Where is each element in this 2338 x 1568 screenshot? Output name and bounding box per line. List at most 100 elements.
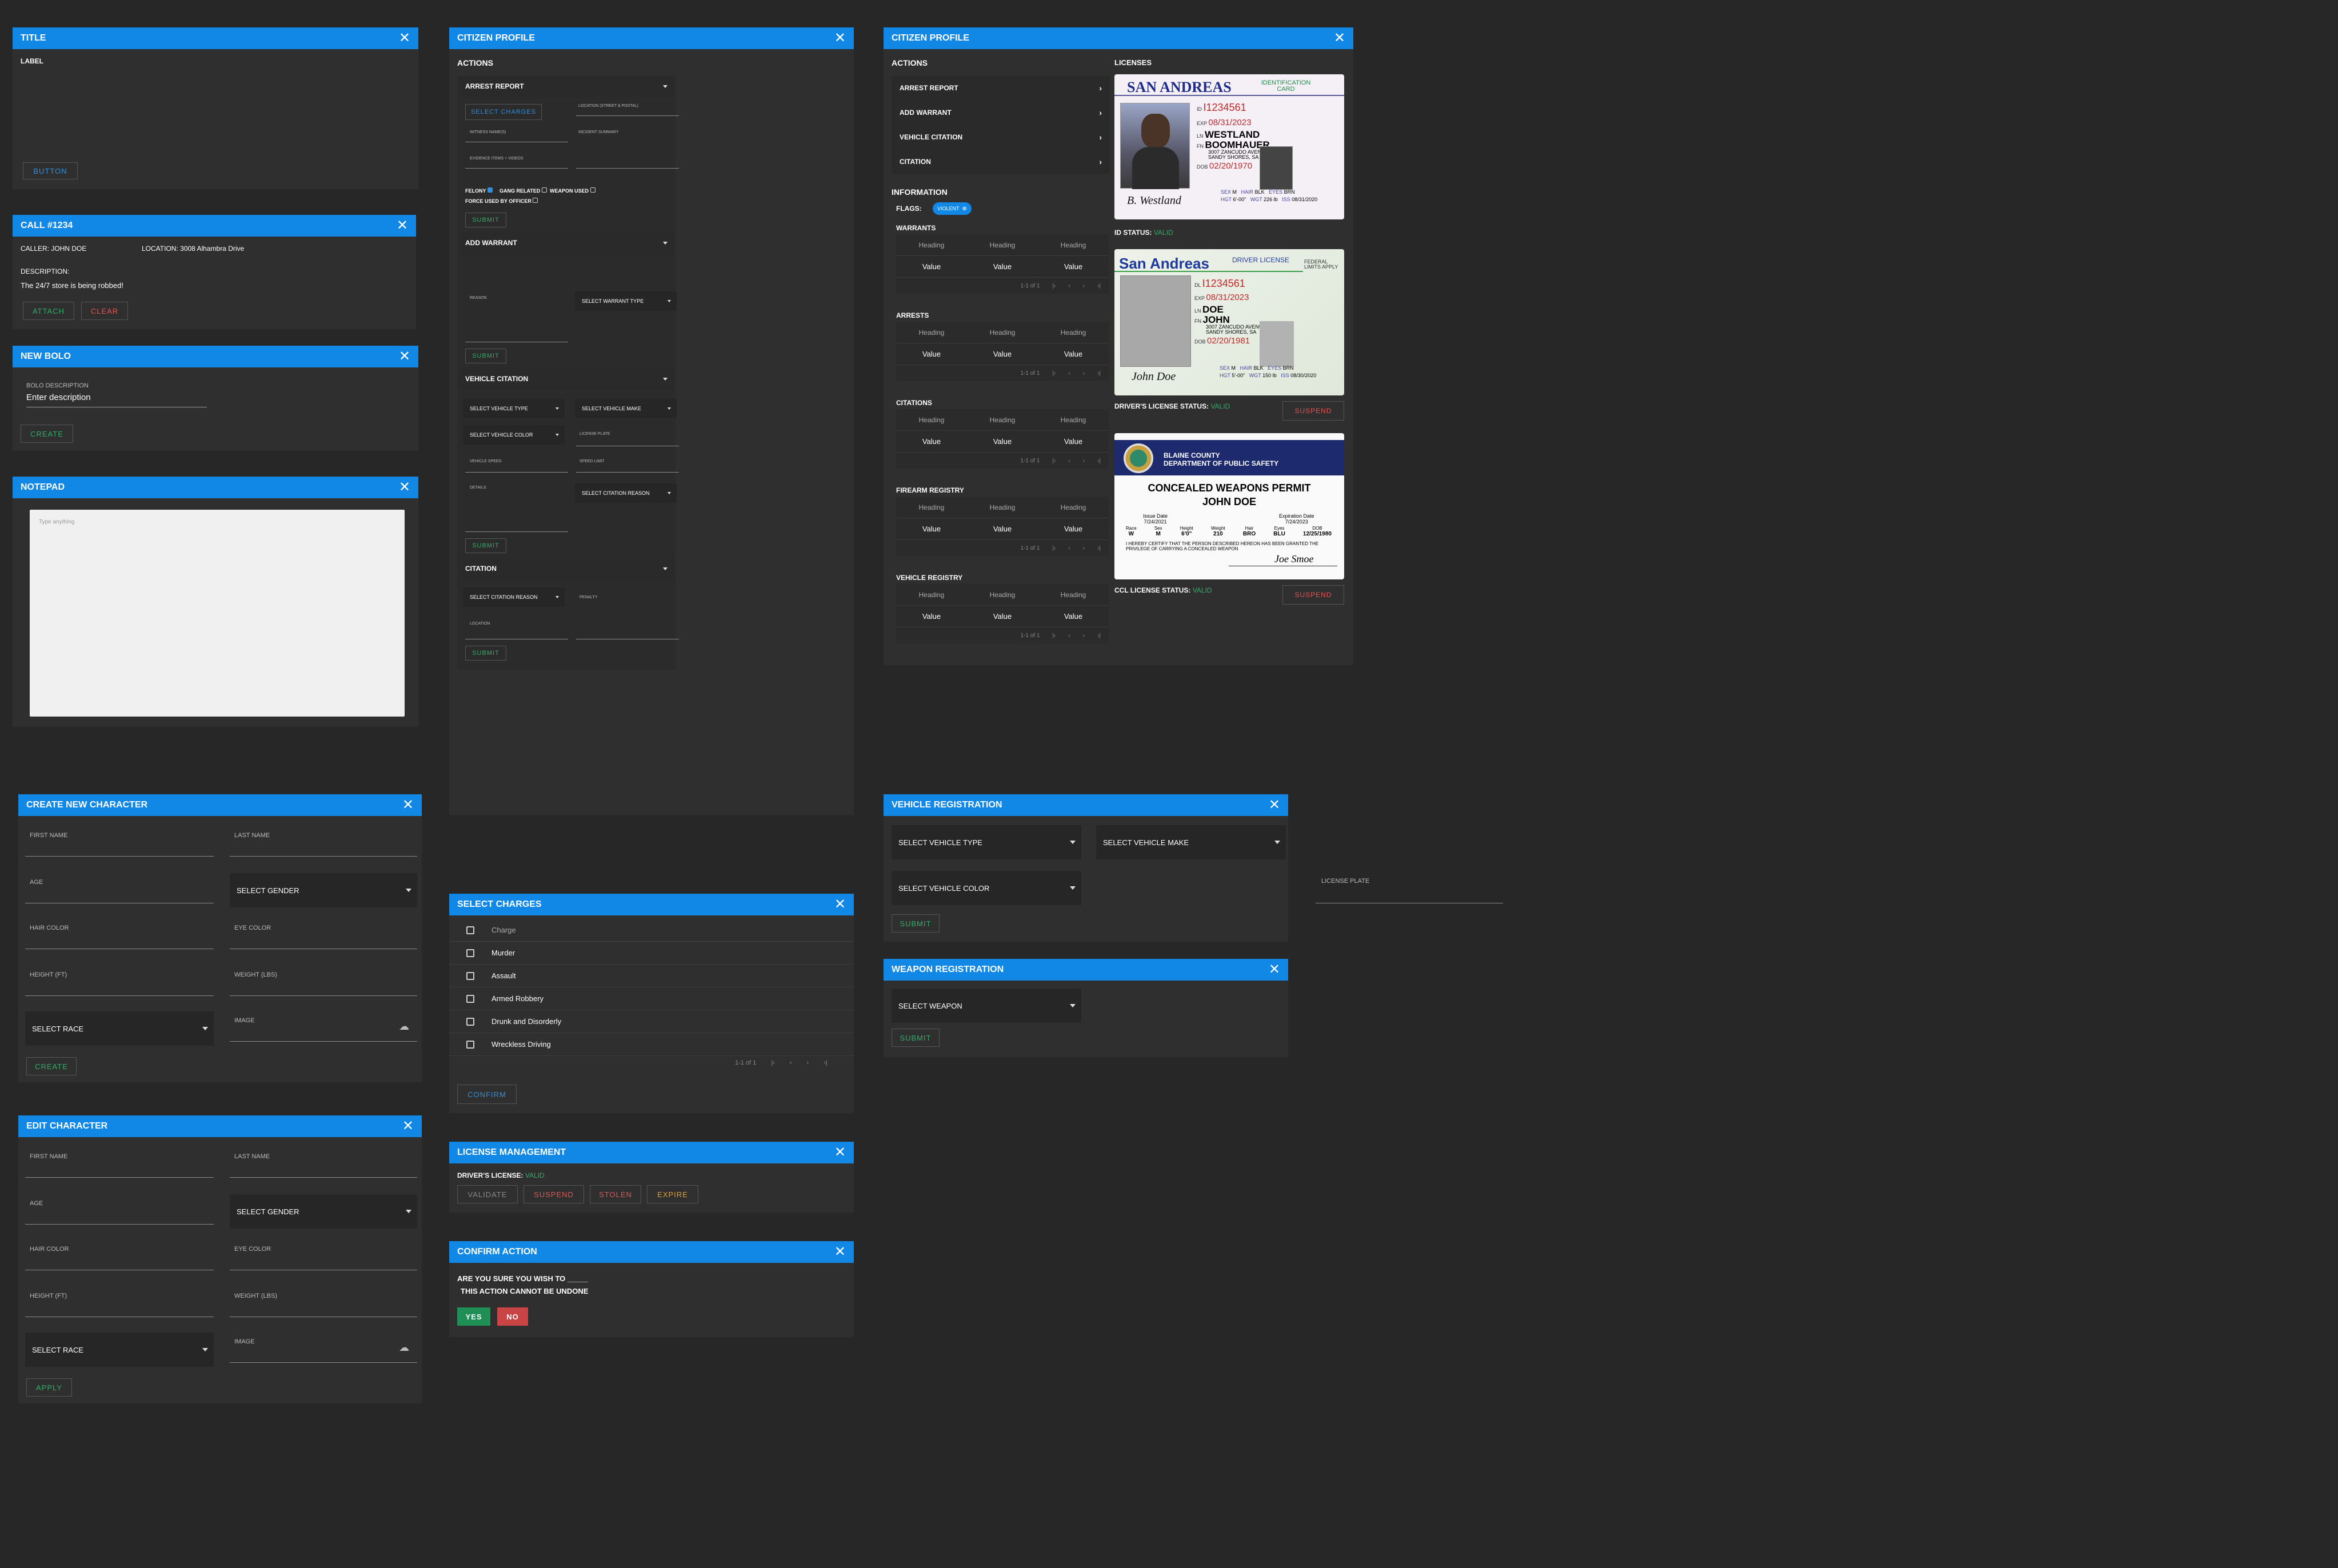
last-page-icon[interactable]: ›| (1097, 283, 1101, 289)
prev-page-icon[interactable]: ‹ (1068, 370, 1070, 377)
arrest-report-item[interactable]: ARREST REPORT › (892, 75, 1110, 100)
charge-row[interactable]: Murder (449, 942, 854, 965)
first-page-icon[interactable]: |‹ (771, 1059, 775, 1066)
warrant-type-select[interactable]: SELECT WARRANT TYPE (575, 291, 677, 311)
close-icon[interactable]: ✕ (1334, 31, 1345, 45)
submit-button[interactable]: SUBMIT (892, 1029, 940, 1047)
details-input[interactable] (465, 531, 568, 532)
image-input[interactable] (230, 1041, 417, 1042)
close-icon[interactable]: ✕ (834, 898, 846, 911)
next-page-icon[interactable]: › (1083, 370, 1085, 377)
create-button[interactable]: CREATE (21, 425, 73, 443)
location-input[interactable] (576, 115, 679, 116)
vehicle-citation-header[interactable]: VEHICLE CITATION (457, 368, 676, 390)
summary-input[interactable] (576, 168, 679, 169)
yes-button[interactable]: YES (457, 1307, 490, 1326)
citation-item[interactable]: CITATION › (892, 149, 1110, 174)
driver-license-card[interactable]: San Andreas DRIVER LICENSE FEDERAL LIMIT… (1114, 249, 1344, 395)
charge-row[interactable]: Assault (449, 965, 854, 987)
suspend-button[interactable]: SUSPEND (1282, 585, 1344, 605)
next-page-icon[interactable]: › (1083, 458, 1085, 464)
felony-checkbox[interactable]: FELONY (465, 187, 493, 194)
select-all-checkbox[interactable] (466, 926, 474, 934)
prev-page-icon[interactable]: ‹ (790, 1059, 792, 1066)
first-page-icon[interactable]: |‹ (1052, 545, 1056, 551)
close-icon[interactable]: ✕ (1269, 798, 1280, 812)
close-icon[interactable]: ✕ (834, 1146, 846, 1159)
image-input[interactable] (230, 1362, 417, 1363)
last-page-icon[interactable]: ›| (1097, 545, 1101, 551)
add-warrant-item[interactable]: ADD WARRANT › (892, 100, 1110, 125)
close-icon[interactable]: ✕ (399, 481, 410, 494)
first-name-input[interactable] (25, 856, 214, 857)
arrest-report-header[interactable]: ARREST REPORT (457, 75, 676, 97)
limit-input[interactable] (576, 472, 679, 473)
charge-row[interactable]: Armed Robbery (449, 987, 854, 1010)
citation-header[interactable]: CITATION (457, 558, 676, 579)
weapon-checkbox[interactable]: WEAPON USED (550, 187, 596, 194)
weight-input[interactable] (230, 995, 417, 996)
create-button[interactable]: CREATE (26, 1057, 77, 1075)
force-checkbox[interactable]: FORCE USED BY OFFICER (465, 198, 538, 204)
notepad-textarea[interactable]: Type anything (30, 510, 405, 717)
first-page-icon[interactable]: |‹ (1052, 633, 1056, 639)
race-select[interactable]: SELECT RACE (25, 1011, 214, 1046)
suspend-button[interactable]: SUSPEND (523, 1185, 584, 1203)
race-select[interactable]: SELECT RACE (25, 1333, 214, 1367)
charge-checkbox[interactable] (466, 1017, 474, 1026)
add-warrant-header[interactable]: ADD WARRANT (457, 232, 676, 254)
last-page-icon[interactable]: ›| (1097, 458, 1101, 464)
next-page-icon[interactable]: › (807, 1059, 809, 1066)
age-input[interactable] (25, 1224, 214, 1225)
citation-reason-select[interactable]: SELECT CITATION REASON (463, 587, 565, 607)
clear-button[interactable]: CLEAR (81, 302, 128, 320)
charge-checkbox[interactable] (466, 994, 474, 1003)
submit-button[interactable]: SUBMIT (892, 914, 940, 933)
charge-checkbox[interactable] (466, 1040, 474, 1049)
submit-button[interactable]: SUBMIT (465, 213, 506, 227)
charge-checkbox[interactable] (466, 949, 474, 957)
validate-button[interactable]: VALIDATE (457, 1185, 518, 1203)
vehicle-color-select[interactable]: SELECT VEHICLE COLOR (892, 871, 1081, 905)
next-page-icon[interactable]: › (1083, 545, 1085, 551)
suspend-button[interactable]: SUSPEND (1282, 401, 1344, 421)
expire-button[interactable]: EXPIRE (647, 1185, 698, 1203)
charge-row[interactable]: Wreckless Driving (449, 1033, 854, 1056)
vehicle-type-select[interactable]: SELECT VEHICLE TYPE (892, 825, 1081, 859)
prev-page-icon[interactable]: ‹ (1068, 545, 1070, 551)
violent-flag-chip[interactable]: VIOLENT ⊗ (933, 202, 972, 215)
table-row[interactable]: Value Value Value (896, 431, 1109, 453)
close-icon[interactable]: ✕ (397, 219, 408, 233)
table-row[interactable]: Value Value Value (896, 343, 1109, 365)
last-page-icon[interactable]: ›| (824, 1059, 828, 1066)
vehicle-citation-item[interactable]: VEHICLE CITATION › (892, 125, 1110, 149)
close-icon[interactable]: ⊗ (962, 206, 967, 212)
gender-select[interactable]: SELECT GENDER (230, 1194, 417, 1229)
first-page-icon[interactable]: |‹ (1052, 458, 1056, 464)
submit-button[interactable]: SUBMIT (465, 538, 506, 553)
weapon-select[interactable]: SELECT WEAPON (892, 989, 1081, 1023)
attach-button[interactable]: ATTACH (23, 302, 74, 320)
table-row[interactable]: Value Value Value (896, 606, 1109, 627)
last-page-icon[interactable]: ›| (1097, 370, 1101, 377)
gender-select[interactable]: SELECT GENDER (230, 873, 417, 907)
evidence-input[interactable] (465, 168, 568, 169)
upload-cloud-icon[interactable]: ☁ (399, 1021, 409, 1033)
close-icon[interactable]: ✕ (399, 31, 410, 45)
table-row[interactable]: Value Value Value (896, 518, 1109, 540)
next-page-icon[interactable]: › (1083, 633, 1085, 639)
vehicle-color-select[interactable]: SELECT VEHICLE COLOR (463, 425, 565, 445)
vehicle-make-select[interactable]: SELECT VEHICLE MAKE (1096, 825, 1286, 859)
prev-page-icon[interactable]: ‹ (1068, 458, 1070, 464)
first-page-icon[interactable]: |‹ (1052, 370, 1056, 377)
ccw-permit-card[interactable]: BLAINE COUNTY DEPARTMENT OF PUBLIC SAFET… (1114, 433, 1344, 579)
submit-button[interactable]: SUBMIT (465, 349, 506, 363)
close-icon[interactable]: ✕ (834, 31, 846, 45)
select-charges-button[interactable]: SELECT CHARGES (465, 104, 542, 120)
submit-button[interactable]: SUBMIT (465, 646, 506, 661)
id-card[interactable]: SAN ANDREAS IDENTIFICATION CARD ID I1234… (1114, 74, 1344, 219)
height-input[interactable] (25, 995, 214, 996)
last-name-input[interactable] (230, 856, 417, 857)
prev-page-icon[interactable]: ‹ (1068, 283, 1070, 289)
upload-cloud-icon[interactable]: ☁ (399, 1342, 409, 1354)
